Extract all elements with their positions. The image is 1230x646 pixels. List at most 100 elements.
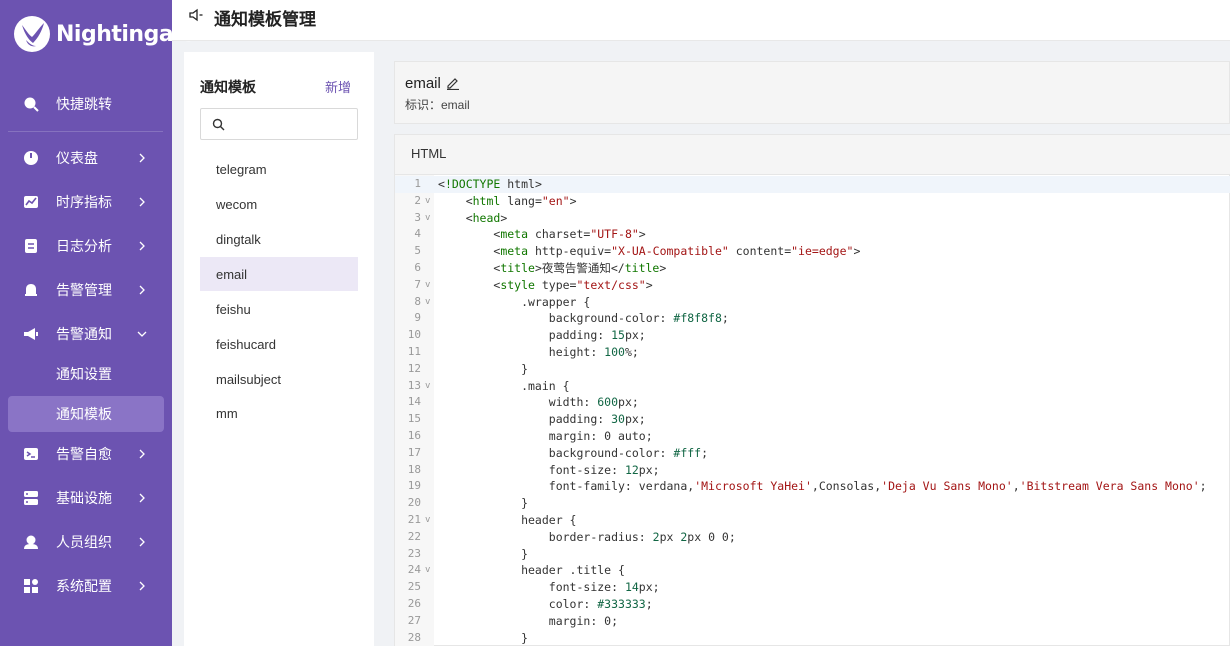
template-item-feishu[interactable]: feishu (200, 292, 358, 326)
nav-item-infrastructure[interactable]: 基础设施 (0, 478, 172, 518)
code-line[interactable]: 24 v header .title { (395, 562, 1230, 579)
fold-chevron-icon[interactable]: v (425, 210, 430, 227)
code-line[interactable]: 10 padding: 15px; (395, 327, 1230, 344)
nav-item-system-config[interactable]: 系统配置 (0, 566, 172, 606)
code-line[interactable]: 20 } (395, 495, 1230, 512)
code-line[interactable]: 9 background-color: #f8f8f8; (395, 310, 1230, 327)
nav-item-label: 告警管理 (56, 282, 112, 298)
template-item-telegram[interactable]: telegram (200, 152, 358, 186)
code-text: font-size: 14px; (438, 580, 660, 595)
nav-item-dashboard[interactable]: 仪表盘 (0, 138, 172, 178)
template-list-title: 通知模板 (200, 79, 256, 95)
code-line[interactable]: 22 border-radius: 2px 2px 0 0; (395, 529, 1230, 546)
template-item-dingtalk[interactable]: dingtalk (200, 222, 358, 256)
code-line[interactable]: 23 } (395, 546, 1230, 563)
template-item-mailsubject[interactable]: mailsubject (200, 362, 358, 396)
line-number: 17 (407, 445, 421, 459)
chevron-right-icon (139, 581, 145, 591)
code-line[interactable]: 11 height: 100%; (395, 344, 1230, 361)
edit-icon[interactable] (446, 76, 460, 90)
nav-item-metrics[interactable]: 时序指标 (0, 182, 172, 222)
add-template-button[interactable]: 新增 (325, 77, 351, 96)
code-line[interactable]: 14 width: 600px; (395, 394, 1230, 411)
chevron-right-icon (139, 285, 145, 295)
template-item-label: wecom (216, 196, 258, 212)
sub-item-notification-settings[interactable]: 通知设置 (8, 356, 164, 392)
template-item-wecom[interactable]: wecom (200, 187, 358, 221)
line-number: 15 (407, 412, 421, 426)
fold-chevron-icon[interactable]: v (425, 562, 430, 579)
megaphone-icon (23, 326, 39, 342)
code-text: <!DOCTYPE html> (438, 177, 542, 191)
code-line[interactable]: 13 v .main { (395, 378, 1230, 395)
sub-item-label: 通知模板 (56, 406, 112, 422)
nav-item-label: 告警自愈 (56, 446, 112, 462)
template-item-feishucard[interactable]: feishucard (200, 327, 358, 361)
code-line[interactable]: 5 <meta http-equiv="X-UA-Compatible" con… (395, 243, 1230, 260)
fold-chevron-icon[interactable]: v (425, 294, 430, 311)
code-text: } (438, 546, 529, 561)
code-line[interactable]: 8v .wrapper { (395, 294, 1230, 311)
fold-chevron-icon[interactable]: v (425, 277, 430, 294)
code-line[interactable]: 4 <meta charset="UTF-8"> (395, 226, 1230, 243)
chevron-right-icon (139, 449, 145, 459)
line-number: 28 (407, 630, 421, 644)
template-item-mm[interactable]: mm (200, 396, 358, 430)
nav-item-people-org[interactable]: 人员组织 (0, 522, 172, 562)
nav-item-quick-jump[interactable]: 快捷跳转 (0, 84, 172, 124)
sub-item-notification-templates[interactable]: 通知模板 (8, 396, 164, 432)
code-line[interactable]: 3v <head> (395, 210, 1230, 227)
code-line[interactable]: 21 v header { (395, 512, 1230, 529)
nav-item-log-analysis[interactable]: 日志分析 (0, 226, 172, 266)
line-number: 2 (414, 193, 421, 207)
template-item-label: mailsubject (216, 371, 282, 387)
template-item-label: feishucard (216, 336, 276, 352)
search-icon (23, 96, 39, 112)
code-line[interactable]: 25 font-size: 14px; (395, 579, 1230, 596)
code-line[interactable]: 15 padding: 30px; (395, 411, 1230, 428)
template-item-label: telegram (216, 161, 267, 177)
line-number: 12 (407, 361, 421, 375)
fold-chevron-icon[interactable]: v (425, 512, 430, 529)
code-text: border-radius: 2px 2px 0 0; (438, 529, 736, 544)
template-search[interactable] (200, 108, 358, 140)
line-number: 26 (407, 597, 421, 610)
line-number: 4 (414, 227, 421, 241)
code-line[interactable]: 16 margin: 0 auto; (395, 428, 1230, 445)
line-chart-icon (23, 194, 39, 210)
code-text: width: 600px; (438, 395, 639, 410)
code-line[interactable]: 18 font-size: 12px; (395, 462, 1230, 479)
code-editor[interactable]: 1 <!DOCTYPE html> 2 v <html lang="en"> 3 v <h… (395, 175, 1230, 646)
code-line[interactable]: 28 } (395, 630, 1230, 646)
line-number: 5 (414, 244, 421, 258)
code-text: color: #333333; (438, 597, 653, 611)
code-line[interactable]: 1 <!DOCTYPE html> (395, 176, 1230, 193)
template-search-input[interactable] (231, 113, 351, 135)
code-line[interactable]: 17 background-color: #fff; (395, 445, 1230, 462)
nav-item-alert-notification[interactable]: 告警通知 (0, 314, 172, 354)
line-number: 13 (407, 378, 421, 392)
code-line[interactable]: 2v <html lang="en"> (395, 193, 1230, 210)
nav-item-alert-management[interactable]: 告警管理 (0, 270, 172, 310)
nav-item-label: 仪表盘 (56, 150, 98, 166)
code-line[interactable]: 27 margin: 0; (395, 613, 1230, 630)
nav-item-label: 告警通知 (56, 326, 112, 342)
code-text: <meta charset="UTF-8"> (438, 227, 646, 242)
code-line[interactable]: 7v <style type="text/css"> (395, 277, 1230, 294)
chevron-down-icon (137, 331, 147, 337)
template-item-email[interactable]: email (200, 257, 358, 291)
nav-item-label: 系统配置 (56, 578, 112, 594)
code-line[interactable]: 19 font-family: verdana,'Microsoft YaHei… (395, 478, 1230, 495)
line-number: 10 (407, 328, 421, 342)
logo[interactable]: Nightingale (14, 14, 195, 54)
line-number: 25 (407, 580, 421, 594)
code-text: } (438, 496, 529, 511)
fold-chevron-icon[interactable]: v (425, 378, 430, 395)
fold-chevron-icon[interactable]: v (425, 193, 430, 210)
code-line[interactable]: 12 } (395, 361, 1230, 378)
code-text: .main { (438, 378, 570, 393)
nav-item-alert-self-healing[interactable]: 告警自愈 (0, 434, 172, 474)
code-text: margin: 0 auto; (438, 429, 653, 443)
code-line[interactable]: 26 color: #333333; (395, 596, 1230, 613)
code-line[interactable]: 6 <title>夜莺告警通知</title> (395, 260, 1230, 277)
